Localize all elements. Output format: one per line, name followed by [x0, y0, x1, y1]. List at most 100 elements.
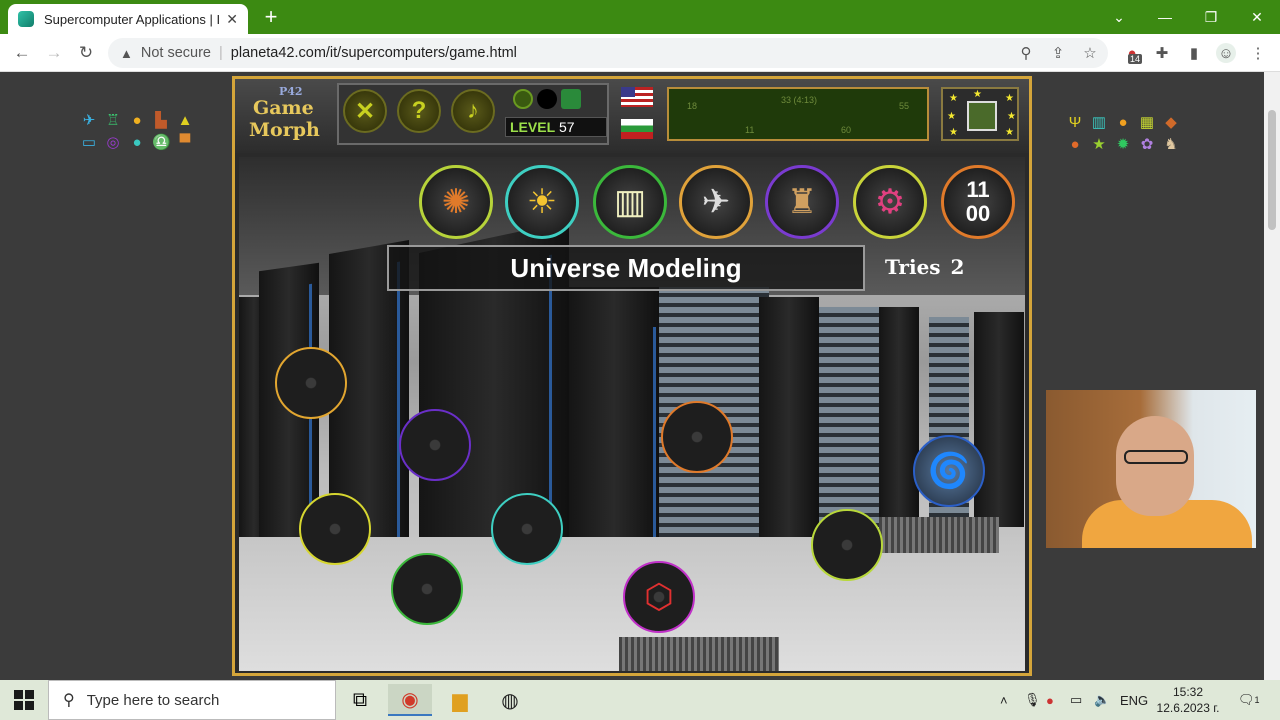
solar-panel-icon[interactable]: ▥ — [593, 165, 667, 239]
slot-yellow-1[interactable] — [299, 493, 371, 565]
game-frame: P42 Game Morph ✕ ? ♪ LEVEL 57 18 33 (4:1… — [232, 76, 1032, 676]
paw-icon[interactable]: ● — [1114, 114, 1132, 132]
windows-start-icon[interactable] — [14, 690, 34, 710]
museum-icon[interactable]: ▥ — [1090, 114, 1108, 132]
ball-icon[interactable]: ● — [1066, 136, 1084, 154]
search-placeholder: Type here to search — [86, 691, 220, 709]
computer-icon[interactable]: ▭ — [80, 134, 98, 152]
explosion-icon[interactable]: ✺ — [419, 165, 493, 239]
browser-tab[interactable]: Supercomputer Applications | IT ✕ — [8, 4, 248, 34]
tab-close-icon[interactable]: ✕ — [226, 11, 238, 28]
help-button[interactable]: ? — [397, 89, 441, 133]
score-mid: 33 (4:13) — [781, 95, 818, 105]
tray-chevron-icon[interactable]: ˄ — [1000, 680, 1008, 720]
forward-arrow-icon[interactable]: → — [42, 41, 66, 65]
badge-star-icon: ★ — [1005, 93, 1014, 104]
bookmark-star-icon[interactable]: ☆ — [1080, 43, 1100, 63]
task-view-icon[interactable]: ⧉ — [338, 684, 382, 716]
side-panel-icon[interactable]: ▮ — [1184, 43, 1204, 63]
network-icon[interactable]: ▭ — [1070, 680, 1082, 720]
tornado-icon[interactable]: 🌀 — [913, 435, 985, 507]
slot-orange-1[interactable] — [275, 347, 347, 419]
presenter-head — [1116, 416, 1194, 516]
book-icon[interactable]: ▙ — [152, 112, 170, 130]
menu-kebab-icon[interactable]: ⋮ — [1248, 43, 1268, 63]
star-icon[interactable]: ★ — [1090, 136, 1108, 154]
weather-icon[interactable]: ☀ — [505, 165, 579, 239]
map-icon[interactable] — [561, 89, 581, 109]
microphone-icon[interactable]: 🎙 — [1024, 680, 1041, 720]
psi-icon[interactable]: Ψ — [1066, 114, 1084, 132]
slot-orange-2[interactable] — [661, 401, 733, 473]
new-tab-button[interactable]: + — [258, 4, 284, 30]
chat-icon[interactable]: ● — [128, 134, 146, 152]
back-arrow-icon[interactable]: ← — [10, 41, 34, 65]
rack — [879, 307, 919, 527]
obs-app-icon[interactable]: ◍ — [488, 684, 532, 716]
flask-icon[interactable]: ▲ — [176, 112, 194, 130]
tray-app-icon[interactable]: ● — [1046, 680, 1054, 720]
molecule-icon[interactable]: ⬡ — [623, 561, 695, 633]
system-clock[interactable]: 15:32 12.6.2023 г. — [1150, 684, 1226, 716]
score-bottom-1: 11 — [745, 125, 755, 135]
page-scrollbar[interactable] — [1264, 72, 1280, 680]
microscope-icon[interactable]: ♖ — [104, 112, 122, 130]
oil-rig-icon[interactable]: ♜ — [765, 165, 839, 239]
tries-label: Tries — [885, 255, 941, 279]
scrollbar-thumb[interactable] — [1268, 110, 1276, 230]
presenter-glasses — [1124, 450, 1188, 464]
crossed-swords-icon[interactable]: ✕ — [343, 89, 387, 133]
minimize-icon[interactable]: — — [1142, 0, 1188, 34]
slot-purple[interactable] — [399, 409, 471, 481]
slot-yellow-2[interactable] — [811, 509, 883, 581]
close-window-icon[interactable]: ✕ — [1234, 0, 1280, 34]
profile-avatar-icon[interactable]: ☺ — [1216, 43, 1236, 63]
achievement-badge[interactable]: ★ ★ ★ ★ ★ ★ ★ — [941, 87, 1019, 141]
address-bar[interactable]: ▲ Not secure | planeta42.com/it/supercom… — [108, 38, 1108, 68]
left-category-icons: ✈ ♖ ● ▙ ▲ ▭ ◎ ● ♎ ▀ — [80, 112, 200, 152]
music-note-icon[interactable]: ♪ — [451, 89, 495, 133]
key-counter-top: 11 — [966, 177, 990, 202]
extensions-puzzle-icon[interactable]: ✚ — [1152, 43, 1172, 63]
telescope-icon[interactable]: ✈ — [80, 112, 98, 130]
webcam-overlay — [1046, 390, 1256, 548]
logo-line-2: Morph — [249, 119, 320, 141]
chrome-app-icon[interactable]: ◉ — [388, 684, 432, 716]
sound-toggle-icon[interactable] — [513, 89, 533, 109]
slot-teal[interactable] — [491, 493, 563, 565]
url-text: planeta42.com/it/supercomputers/game.htm… — [230, 45, 517, 61]
notifications-icon[interactable]: 🗨 1 — [1238, 680, 1260, 720]
gears-icon[interactable]: ⚙ — [853, 165, 927, 239]
tries-display: Tries 2 — [885, 255, 964, 279]
flower-icon[interactable]: ✿ — [1138, 136, 1156, 154]
logo-line-1: Game — [253, 97, 314, 119]
tab-search-icon[interactable]: ⌄ — [1096, 0, 1142, 34]
atom-icon[interactable]: ◎ — [104, 134, 122, 152]
file-explorer-icon[interactable]: ▆ — [438, 684, 482, 716]
zoom-icon[interactable]: ⚲ — [1016, 43, 1036, 63]
us-flag-icon[interactable] — [621, 87, 653, 107]
taskbar-search[interactable]: ⚲ Type here to search — [48, 680, 336, 720]
chess-knight-icon[interactable]: ♞ — [1162, 136, 1180, 154]
game-morph-logo[interactable]: P42 Game Morph — [241, 85, 333, 147]
hat-icon[interactable]: ▀ — [176, 134, 194, 152]
reload-icon[interactable]: ↻ — [74, 41, 98, 65]
level-title: Universe Modeling — [387, 245, 865, 291]
bulgarian-flag-icon[interactable] — [621, 119, 653, 139]
restore-icon[interactable]: ❐ — [1188, 0, 1234, 34]
lightbulb-icon[interactable]: ● — [128, 112, 146, 130]
warning-icon: ▲ — [120, 45, 133, 61]
level-display: LEVEL 57 — [505, 117, 607, 137]
box-icon[interactable]: ◆ — [1162, 114, 1180, 132]
share-icon[interactable]: ⇪ — [1048, 43, 1068, 63]
rocket-icon[interactable]: ✈ — [679, 165, 753, 239]
slot-green[interactable] — [391, 553, 463, 625]
gear-green-icon[interactable]: ✹ — [1114, 136, 1132, 154]
key-counter[interactable]: 11 00 — [941, 165, 1015, 239]
volume-icon[interactable]: 🔈 — [1094, 680, 1110, 720]
key-counter-bottom: 00 — [965, 201, 991, 226]
dark-mode-icon[interactable] — [537, 89, 557, 109]
scales-icon[interactable]: ♎ — [152, 134, 171, 152]
language-indicator[interactable]: ENG — [1120, 680, 1148, 720]
film-icon[interactable]: ▦ — [1138, 114, 1156, 132]
